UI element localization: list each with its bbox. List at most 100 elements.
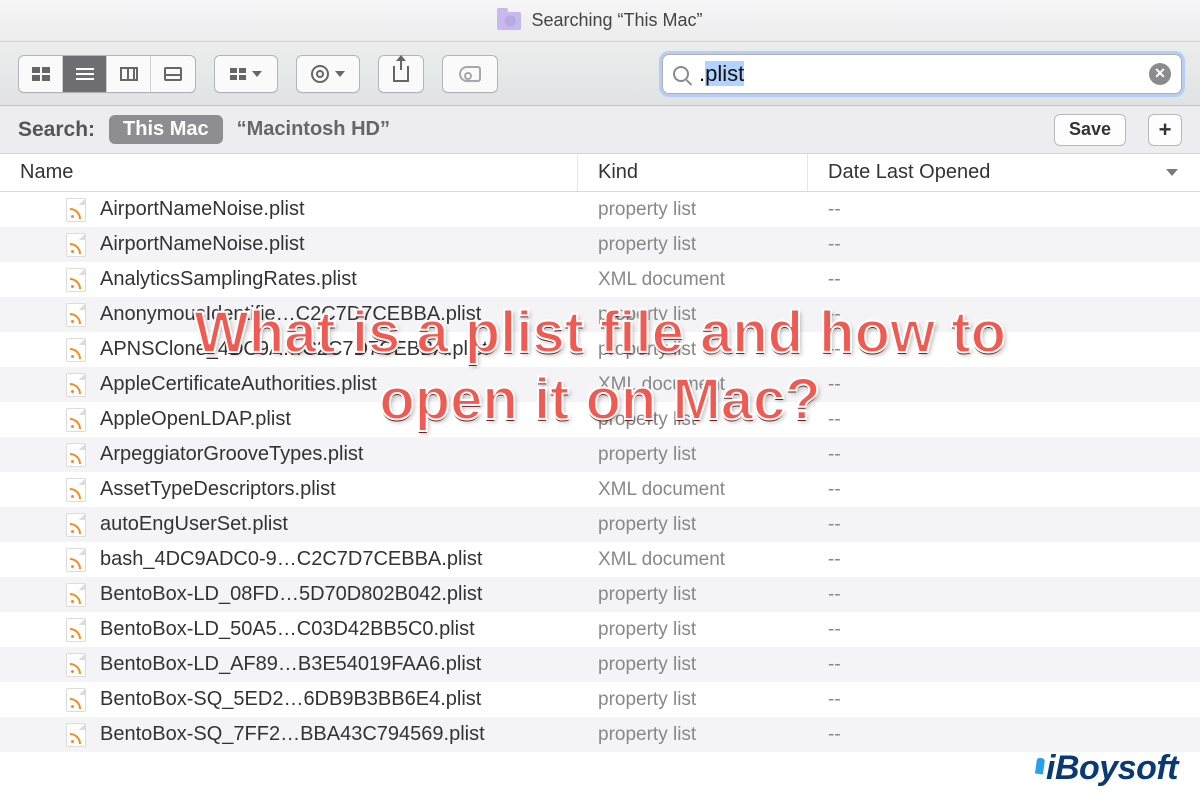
- file-name: autoEngUserSet.plist: [100, 513, 288, 536]
- share-icon: [393, 66, 409, 82]
- plist-file-icon: [66, 303, 86, 327]
- scope-macintosh-hd[interactable]: “Macintosh HD”: [237, 118, 390, 141]
- file-kind: property list: [578, 689, 808, 711]
- file-kind: XML document: [578, 374, 808, 396]
- add-criteria-button[interactable]: +: [1148, 114, 1182, 146]
- window-title: Searching “This Mac”: [531, 10, 702, 31]
- result-row[interactable]: BentoBox-LD_08FD…5D70D802B042.plist prope…: [0, 577, 1200, 612]
- plist-file-icon: [66, 338, 86, 362]
- column-headers: Name Kind Date Last Opened: [0, 154, 1200, 192]
- toolbar: .plist ✕: [0, 42, 1200, 106]
- window-titlebar: Searching “This Mac”: [0, 0, 1200, 42]
- plist-file-icon: [66, 443, 86, 467]
- file-kind: property list: [578, 199, 808, 221]
- result-row[interactable]: APNSClone_4DC9A…C2C7D7CEBBA.plist propert…: [0, 332, 1200, 367]
- file-name: AnonymousIdentifie…C2C7D7CEBBA.plist: [100, 303, 481, 326]
- file-date-opened: --: [808, 514, 1200, 536]
- file-date-opened: --: [808, 304, 1200, 326]
- view-icons-button[interactable]: [19, 56, 63, 92]
- watermark-accent-icon: [1035, 758, 1045, 775]
- search-field[interactable]: .plist ✕: [662, 54, 1182, 94]
- file-date-opened: --: [808, 339, 1200, 361]
- file-date-opened: --: [808, 654, 1200, 676]
- file-name: BentoBox-SQ_5ED2…6DB9B3BB6E4.plist: [100, 688, 481, 711]
- file-date-opened: --: [808, 549, 1200, 571]
- gear-icon: [311, 65, 329, 83]
- plist-file-icon: [66, 618, 86, 642]
- file-name: AnalyticsSamplingRates.plist: [100, 268, 357, 291]
- result-row[interactable]: BentoBox-LD_50A5…C03D42BB5C0.plistproper…: [0, 612, 1200, 647]
- file-name: APNSClone_4DC9A…C2C7D7CEBBA.plist: [100, 338, 488, 361]
- view-columns-button[interactable]: [107, 56, 151, 92]
- file-date-opened: --: [808, 444, 1200, 466]
- results-list: AirportNameNoise.plistproperty list--Air…: [0, 192, 1200, 752]
- smart-folder-icon: [497, 12, 521, 30]
- file-kind: property list: [578, 234, 808, 256]
- view-gallery-button[interactable]: [151, 56, 195, 92]
- plist-file-icon: [66, 408, 86, 432]
- file-name: BentoBox-LD_08FD…5D70D802B042.plist: [100, 583, 482, 606]
- chevron-down-icon: [335, 71, 345, 77]
- file-name: bash_4DC9ADC0-9…C2C7D7CEBBA.plist: [100, 548, 482, 571]
- columns-icon: [120, 67, 138, 81]
- result-row[interactable]: AnalyticsSamplingRates.plist XML document…: [0, 262, 1200, 297]
- result-row[interactable]: BentoBox-LD_AF89…B3E54019FAA6.plistprope…: [0, 647, 1200, 682]
- file-kind: XML document: [578, 269, 808, 291]
- file-kind: property list: [578, 409, 808, 431]
- result-row[interactable]: AppleOpenLDAP.plistproperty list--: [0, 402, 1200, 437]
- file-kind: property list: [578, 444, 808, 466]
- file-name: AirportNameNoise.plist: [100, 198, 305, 221]
- result-row[interactable]: AppleCertificateAuthorities.plist XML doc…: [0, 367, 1200, 402]
- tag-icon: [459, 66, 481, 82]
- result-row[interactable]: autoEngUserSet.plist property list--: [0, 507, 1200, 542]
- watermark-logo: iBoysoft: [1036, 749, 1178, 788]
- plist-file-icon: [66, 688, 86, 712]
- result-row[interactable]: bash_4DC9ADC0-9…C2C7D7CEBBA.plist XML doc…: [0, 542, 1200, 577]
- result-row[interactable]: BentoBox-SQ_7FF2…BBA43C794569.plistprope…: [0, 717, 1200, 752]
- file-name: BentoBox-LD_50A5…C03D42BB5C0.plist: [100, 618, 475, 641]
- share-button[interactable]: [378, 55, 424, 93]
- plist-file-icon: [66, 653, 86, 677]
- search-scope-label: Search:: [18, 118, 95, 142]
- tags-button[interactable]: [442, 55, 498, 93]
- list-icon: [76, 68, 94, 80]
- plist-file-icon: [66, 478, 86, 502]
- file-kind: property list: [578, 514, 808, 536]
- file-date-opened: --: [808, 479, 1200, 501]
- view-mode-segmented: [18, 55, 196, 93]
- file-name: AppleCertificateAuthorities.plist: [100, 373, 377, 396]
- file-kind: XML document: [578, 479, 808, 501]
- result-row[interactable]: AirportNameNoise.plistproperty list--: [0, 192, 1200, 227]
- file-date-opened: --: [808, 234, 1200, 256]
- file-kind: property list: [578, 304, 808, 326]
- plist-file-icon: [66, 233, 86, 257]
- column-header-kind[interactable]: Kind: [578, 154, 808, 191]
- clear-search-button[interactable]: ✕: [1149, 63, 1171, 85]
- result-row[interactable]: BentoBox-SQ_5ED2…6DB9B3BB6E4.plist proper…: [0, 682, 1200, 717]
- result-row[interactable]: ArpeggiatorGrooveTypes.plist property lis…: [0, 437, 1200, 472]
- column-header-date[interactable]: Date Last Opened: [808, 154, 1200, 191]
- column-header-name[interactable]: Name: [0, 154, 578, 191]
- group-icon: [230, 68, 246, 80]
- chevron-down-icon: [252, 71, 262, 77]
- file-date-opened: --: [808, 724, 1200, 746]
- file-name: ArpeggiatorGrooveTypes.plist: [100, 443, 363, 466]
- view-list-button[interactable]: [63, 56, 107, 92]
- grid-icon: [32, 67, 50, 81]
- search-icon: [673, 66, 689, 82]
- file-date-opened: --: [808, 374, 1200, 396]
- result-row[interactable]: AirportNameNoise.plistproperty list--: [0, 227, 1200, 262]
- file-name: BentoBox-SQ_7FF2…BBA43C794569.plist: [100, 723, 485, 746]
- group-by-menu[interactable]: [214, 55, 278, 93]
- file-date-opened: --: [808, 584, 1200, 606]
- file-kind: property list: [578, 339, 808, 361]
- save-search-button[interactable]: Save: [1054, 114, 1126, 146]
- action-menu[interactable]: [296, 55, 360, 93]
- file-kind: property list: [578, 584, 808, 606]
- plist-file-icon: [66, 548, 86, 572]
- file-kind: XML document: [578, 549, 808, 571]
- file-date-opened: --: [808, 409, 1200, 431]
- scope-this-mac[interactable]: This Mac: [109, 115, 223, 144]
- result-row[interactable]: AssetTypeDescriptors.plistXML document--: [0, 472, 1200, 507]
- result-row[interactable]: AnonymousIdentifie…C2C7D7CEBBA.plist prop…: [0, 297, 1200, 332]
